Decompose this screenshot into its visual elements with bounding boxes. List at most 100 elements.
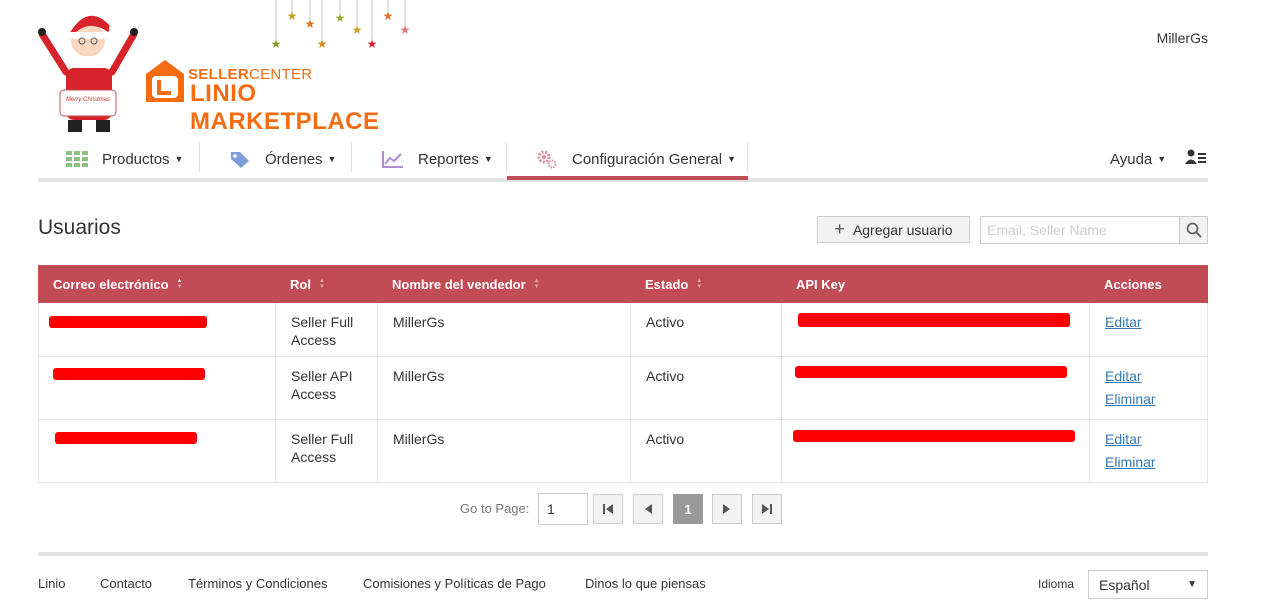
nav-active-indicator <box>507 176 748 180</box>
footer-link-terminos[interactable]: Términos y Condiciones <box>188 576 327 591</box>
last-page-icon <box>762 504 772 514</box>
svg-text:★: ★ <box>367 37 378 51</box>
cell-seller: MillerGs <box>378 420 631 482</box>
footer-link-linio[interactable]: Linio <box>38 576 65 591</box>
caret-down-icon: ▼ <box>1157 154 1167 164</box>
cell-role: Seller API Access <box>276 357 378 419</box>
edit-user-link[interactable]: Editar <box>1105 367 1192 385</box>
nav-divider <box>747 142 748 172</box>
svg-text:★: ★ <box>271 37 282 51</box>
redacted-email <box>53 368 205 380</box>
user-list-icon <box>1185 149 1207 169</box>
svg-text:★: ★ <box>383 9 394 23</box>
linio-logo-icon <box>146 60 184 102</box>
next-page-icon <box>723 504 730 514</box>
edit-user-link[interactable]: Editar <box>1105 430 1192 448</box>
cell-api-key <box>782 420 1090 482</box>
tag-icon <box>229 150 251 168</box>
linio-logo[interactable]: SELLERCENTER LINIO MARKETPLACE <box>140 56 420 135</box>
user-menu-button[interactable] <box>1185 138 1207 180</box>
plus-icon: + <box>834 219 845 239</box>
search-input[interactable] <box>980 216 1180 244</box>
cell-email <box>39 357 276 419</box>
table-row: Seller API Access MillerGs Activo Editar… <box>38 357 1208 420</box>
column-header-api-key: API Key <box>796 276 846 292</box>
cell-seller: MillerGs <box>378 357 631 419</box>
chevron-down-icon: ▼ <box>1187 579 1197 590</box>
search-icon <box>1186 222 1202 238</box>
last-page-button[interactable] <box>752 494 782 524</box>
page-number-input[interactable] <box>538 493 588 525</box>
nav-item-label: Ayuda <box>1110 150 1153 168</box>
search-button[interactable] <box>1180 216 1208 244</box>
svg-text:★: ★ <box>335 11 346 25</box>
search-bar <box>980 216 1208 244</box>
add-user-button[interactable]: + Agregar usuario <box>817 216 970 243</box>
cell-role: Seller Full Access <box>276 303 378 356</box>
column-header-rol[interactable]: Rol ▲ ▼ <box>290 265 325 303</box>
prev-page-icon <box>645 504 652 514</box>
nav-item-configuracion-general[interactable]: Configuración General ▼ <box>536 138 736 180</box>
language-select-value: Español <box>1099 576 1150 593</box>
delete-user-link[interactable]: Eliminar <box>1105 390 1192 408</box>
redacted-email <box>49 316 207 328</box>
cell-api-key <box>782 303 1090 356</box>
column-header-estado[interactable]: Estado ▲ ▼ <box>645 265 702 303</box>
footer-link-comisiones[interactable]: Comisiones y Políticas de Pago <box>363 576 546 591</box>
santa-sign-text: Merry Christmas <box>66 97 110 103</box>
add-user-button-label: Agregar usuario <box>852 221 953 238</box>
nav-item-label: Configuración General <box>572 150 723 168</box>
sort-icon: ▲ ▼ <box>318 278 325 290</box>
footer-link-contacto[interactable]: Contacto <box>100 576 152 591</box>
cell-email <box>39 420 276 482</box>
sort-icon: ▲ ▼ <box>176 278 183 290</box>
svg-text:★: ★ <box>287 9 298 23</box>
footer-link-dinos[interactable]: Dinos lo que piensas <box>585 576 706 591</box>
gears-icon <box>536 149 558 169</box>
next-page-button[interactable] <box>712 494 742 524</box>
prev-page-button[interactable] <box>633 494 663 524</box>
nav-divider <box>199 142 200 172</box>
caret-down-icon: ▼ <box>483 154 493 164</box>
cell-seller: MillerGs <box>378 303 631 356</box>
page-title: Usuarios <box>38 216 121 239</box>
cell-status: Activo <box>631 420 782 482</box>
table-row: Seller Full Access MillerGs Activo Edita… <box>38 420 1208 483</box>
language-select[interactable]: Español ▼ <box>1088 570 1208 599</box>
caret-down-icon: ▼ <box>727 154 737 164</box>
hanging-stars-icon: ★ ★ ★ ★ ★ ★ ★ ★ ★ <box>271 0 410 51</box>
nav-item-label: Reportes <box>418 150 479 168</box>
delete-user-link[interactable]: Eliminar <box>1105 453 1192 471</box>
redacted-api-key <box>798 313 1070 327</box>
cell-status: Activo <box>631 303 782 356</box>
go-to-page-label: Go to Page: <box>460 501 530 516</box>
nav-item-ordenes[interactable]: Órdenes ▼ <box>229 138 336 180</box>
svg-text:★: ★ <box>352 23 363 37</box>
nav-item-reportes[interactable]: Reportes ▼ <box>382 138 493 180</box>
nav-divider <box>506 142 507 172</box>
users-table-header: Correo electrónico ▲ ▼ Rol ▲ ▼ Nombre del ve… <box>38 265 1208 303</box>
svg-text:★: ★ <box>317 37 328 51</box>
nav-item-label: Órdenes <box>265 150 323 168</box>
cell-role: Seller Full Access <box>276 420 378 482</box>
first-page-button[interactable] <box>593 494 623 524</box>
sort-icon: ▲ ▼ <box>533 278 540 290</box>
column-header-acciones: Acciones <box>1104 276 1162 292</box>
logo-brand: LINIO MARKETPLACE <box>190 80 380 135</box>
chart-icon <box>382 150 404 168</box>
nav-item-ayuda[interactable]: Ayuda ▼ <box>1110 138 1166 180</box>
header: Merry Christmas ★ ★ ★ ★ ★ ★ ★ ★ ★ SELLER… <box>0 0 1270 140</box>
cell-status: Activo <box>631 357 782 419</box>
santa-icon: Merry Christmas <box>38 15 138 132</box>
first-page-icon <box>603 504 613 514</box>
current-page-button[interactable]: 1 <box>673 494 703 524</box>
column-header-email[interactable]: Correo electrónico ▲ ▼ <box>53 265 183 303</box>
language-label: Idioma <box>1038 577 1075 591</box>
nav-item-productos[interactable]: Productos ▼ <box>66 138 183 180</box>
edit-user-link[interactable]: Editar <box>1105 313 1192 331</box>
footer-divider <box>38 552 1208 556</box>
cell-actions: Editar Eliminar <box>1090 420 1207 482</box>
cell-email <box>39 303 276 356</box>
column-header-vendedor[interactable]: Nombre del vendedor ▲ ▼ <box>392 265 540 303</box>
username-label[interactable]: MillerGs <box>1157 30 1208 46</box>
